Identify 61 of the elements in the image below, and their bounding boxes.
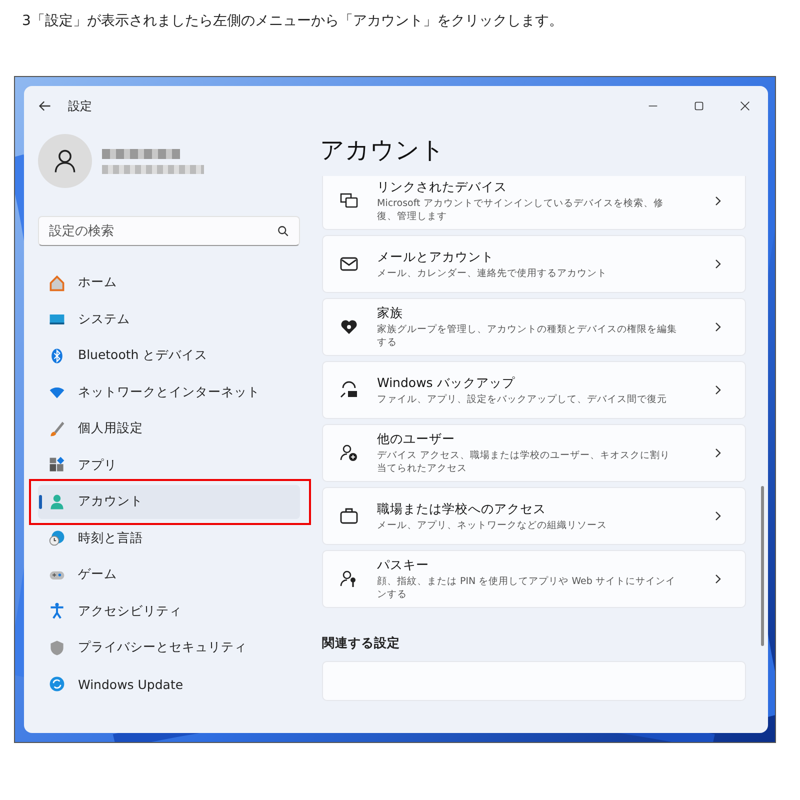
card-description: ファイル、アプリ、設定をバックアップして、デバイス間で復元 bbox=[377, 392, 668, 406]
accessibility-icon bbox=[48, 602, 66, 620]
apps-icon bbox=[48, 456, 66, 474]
chevron-right-icon bbox=[713, 259, 723, 269]
sidebar-item[interactable]: Windows Update bbox=[38, 668, 300, 701]
card-title: 家族 bbox=[377, 305, 404, 322]
card-description: Microsoft アカウントでサインインしているデバイスを検索、修復、管理します bbox=[377, 197, 664, 223]
settings-card[interactable]: リンクされたデバイス Microsoft アカウントでサインインしているデバイスを検索、修復、管理します bbox=[322, 176, 746, 230]
sidebar-item[interactable]: 個人用設定 bbox=[38, 412, 300, 446]
search-icon bbox=[276, 224, 290, 238]
chevron-right-icon bbox=[713, 448, 723, 458]
selection-indicator bbox=[39, 495, 42, 509]
card-title: Windows バックアップ bbox=[377, 374, 516, 392]
settings-card[interactable]: 家族 家族グループを管理し、アカウントの種類とデバイスの権限を編集する bbox=[322, 298, 746, 356]
chevron-right-icon bbox=[713, 196, 723, 206]
settings-card[interactable]: Windows バックアップ ファイル、アプリ、設定をバックアップして、デバイス間で復元 bbox=[322, 361, 746, 419]
card-title: メールとアカウント bbox=[377, 248, 495, 266]
sync-icon bbox=[48, 675, 66, 694]
card-title: リンクされたデバイス bbox=[377, 179, 508, 196]
briefcase-icon bbox=[339, 506, 359, 526]
heart-icon bbox=[339, 317, 359, 337]
search-field[interactable]: 設定の検索 bbox=[38, 216, 300, 246]
settings-card[interactable]: メールとアカウント メール、カレンダー、連絡先で使用するアカウント bbox=[322, 235, 746, 293]
card-description: デバイス アクセス、職場または学校のユーザー、キオスクに割り当てられたアクセス bbox=[377, 449, 672, 475]
sidebar-item[interactable]: アプリ bbox=[38, 448, 300, 482]
card-title: パスキー bbox=[377, 557, 430, 574]
back-arrow-icon[interactable] bbox=[38, 99, 52, 113]
backup-icon bbox=[339, 380, 359, 400]
card-title: 他のユーザー bbox=[377, 431, 456, 448]
person-add-icon bbox=[339, 443, 359, 463]
settings-card[interactable]: 職場または学校へのアクセス メール、アプリ、ネットワークなどの組織リソース bbox=[322, 487, 746, 545]
chevron-right-icon bbox=[713, 574, 723, 584]
card-title: 職場または学校へのアクセス bbox=[377, 500, 547, 518]
sidebar-item[interactable]: アクセシビリティ bbox=[38, 594, 300, 628]
section-heading: 関連する設定 bbox=[322, 635, 401, 652]
card-description: 家族グループを管理し、アカウントの種類とデバイスの権限を編集する bbox=[377, 323, 677, 349]
sidebar-item[interactable]: システム bbox=[38, 302, 300, 336]
card-description: 顔、指紋、または PIN を使用してアプリや Web サイトにサインインする bbox=[377, 575, 676, 601]
settings-card[interactable]: 他のユーザー デバイス アクセス、職場または学校のユーザー、キオスクに割り当てられたアクセス bbox=[322, 424, 746, 482]
chevron-right-icon bbox=[713, 322, 723, 332]
sidebar-item[interactable]: プライバシーとセキュリティ bbox=[38, 631, 300, 664]
card-description: メール、アプリ、ネットワークなどの組織リソース bbox=[377, 518, 608, 532]
home-icon bbox=[48, 274, 66, 292]
card-description: メール、カレンダー、連絡先で使用するアカウント bbox=[377, 266, 608, 280]
sidebar-item[interactable]: Bluetooth とデバイス bbox=[38, 339, 300, 372]
sidebar-item[interactable]: ゲーム bbox=[38, 558, 300, 592]
paintbrush-icon bbox=[48, 420, 66, 438]
chevron-right-icon bbox=[713, 385, 723, 395]
person-icon bbox=[48, 492, 66, 511]
scrollbar[interactable] bbox=[761, 486, 764, 646]
sidebar-item[interactable]: アカウント bbox=[38, 485, 300, 518]
page-title: アカウント bbox=[320, 135, 446, 164]
sidebar-item[interactable]: 時刻と言語 bbox=[38, 522, 300, 555]
globe-clock-icon bbox=[48, 529, 66, 548]
settings-card[interactable]: パスキー 顔、指紋、または PIN を使用してアプリや Web サイトにサインインする bbox=[322, 550, 746, 608]
sidebar-item[interactable]: ホーム bbox=[38, 266, 300, 300]
sidebar-item[interactable]: ネットワークとインターネット bbox=[38, 376, 300, 409]
instruction-text: 3「設定」が表示されましたら左側のメニューから「アカウント」をクリックします。 bbox=[21, 12, 564, 31]
shield-icon bbox=[48, 638, 66, 657]
window-title: 設定 bbox=[68, 98, 92, 114]
chevron-right-icon bbox=[713, 511, 723, 521]
